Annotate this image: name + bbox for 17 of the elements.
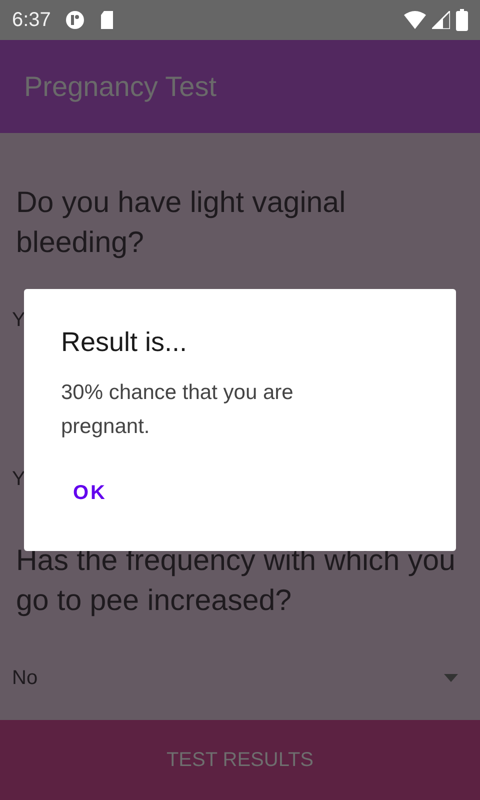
wifi-icon	[404, 11, 426, 29]
notification-icon	[64, 10, 85, 30]
dropdown-arrow-icon	[444, 674, 458, 682]
dialog-message: 30% chance that you are pregnant.	[61, 380, 294, 440]
status-time: 6:37	[12, 8, 51, 32]
question-text: Has the frequency with which you go to pee increased?	[16, 543, 456, 619]
dialog-title: Result is...	[61, 327, 188, 358]
signal-icon	[432, 11, 450, 29]
sd-card-icon	[98, 10, 115, 30]
app-title: Pregnancy Test	[24, 70, 216, 102]
question-text: Do you have light vaginal bleeding?	[16, 185, 347, 261]
test-results-button[interactable]: TEST RESULTS	[0, 720, 480, 800]
answer-dropdown[interactable]: No	[12, 650, 468, 706]
ok-button[interactable]: OK	[59, 474, 121, 513]
answer-text: Y	[12, 308, 26, 332]
answer-text: Y	[12, 466, 26, 492]
battery-icon	[456, 9, 468, 31]
